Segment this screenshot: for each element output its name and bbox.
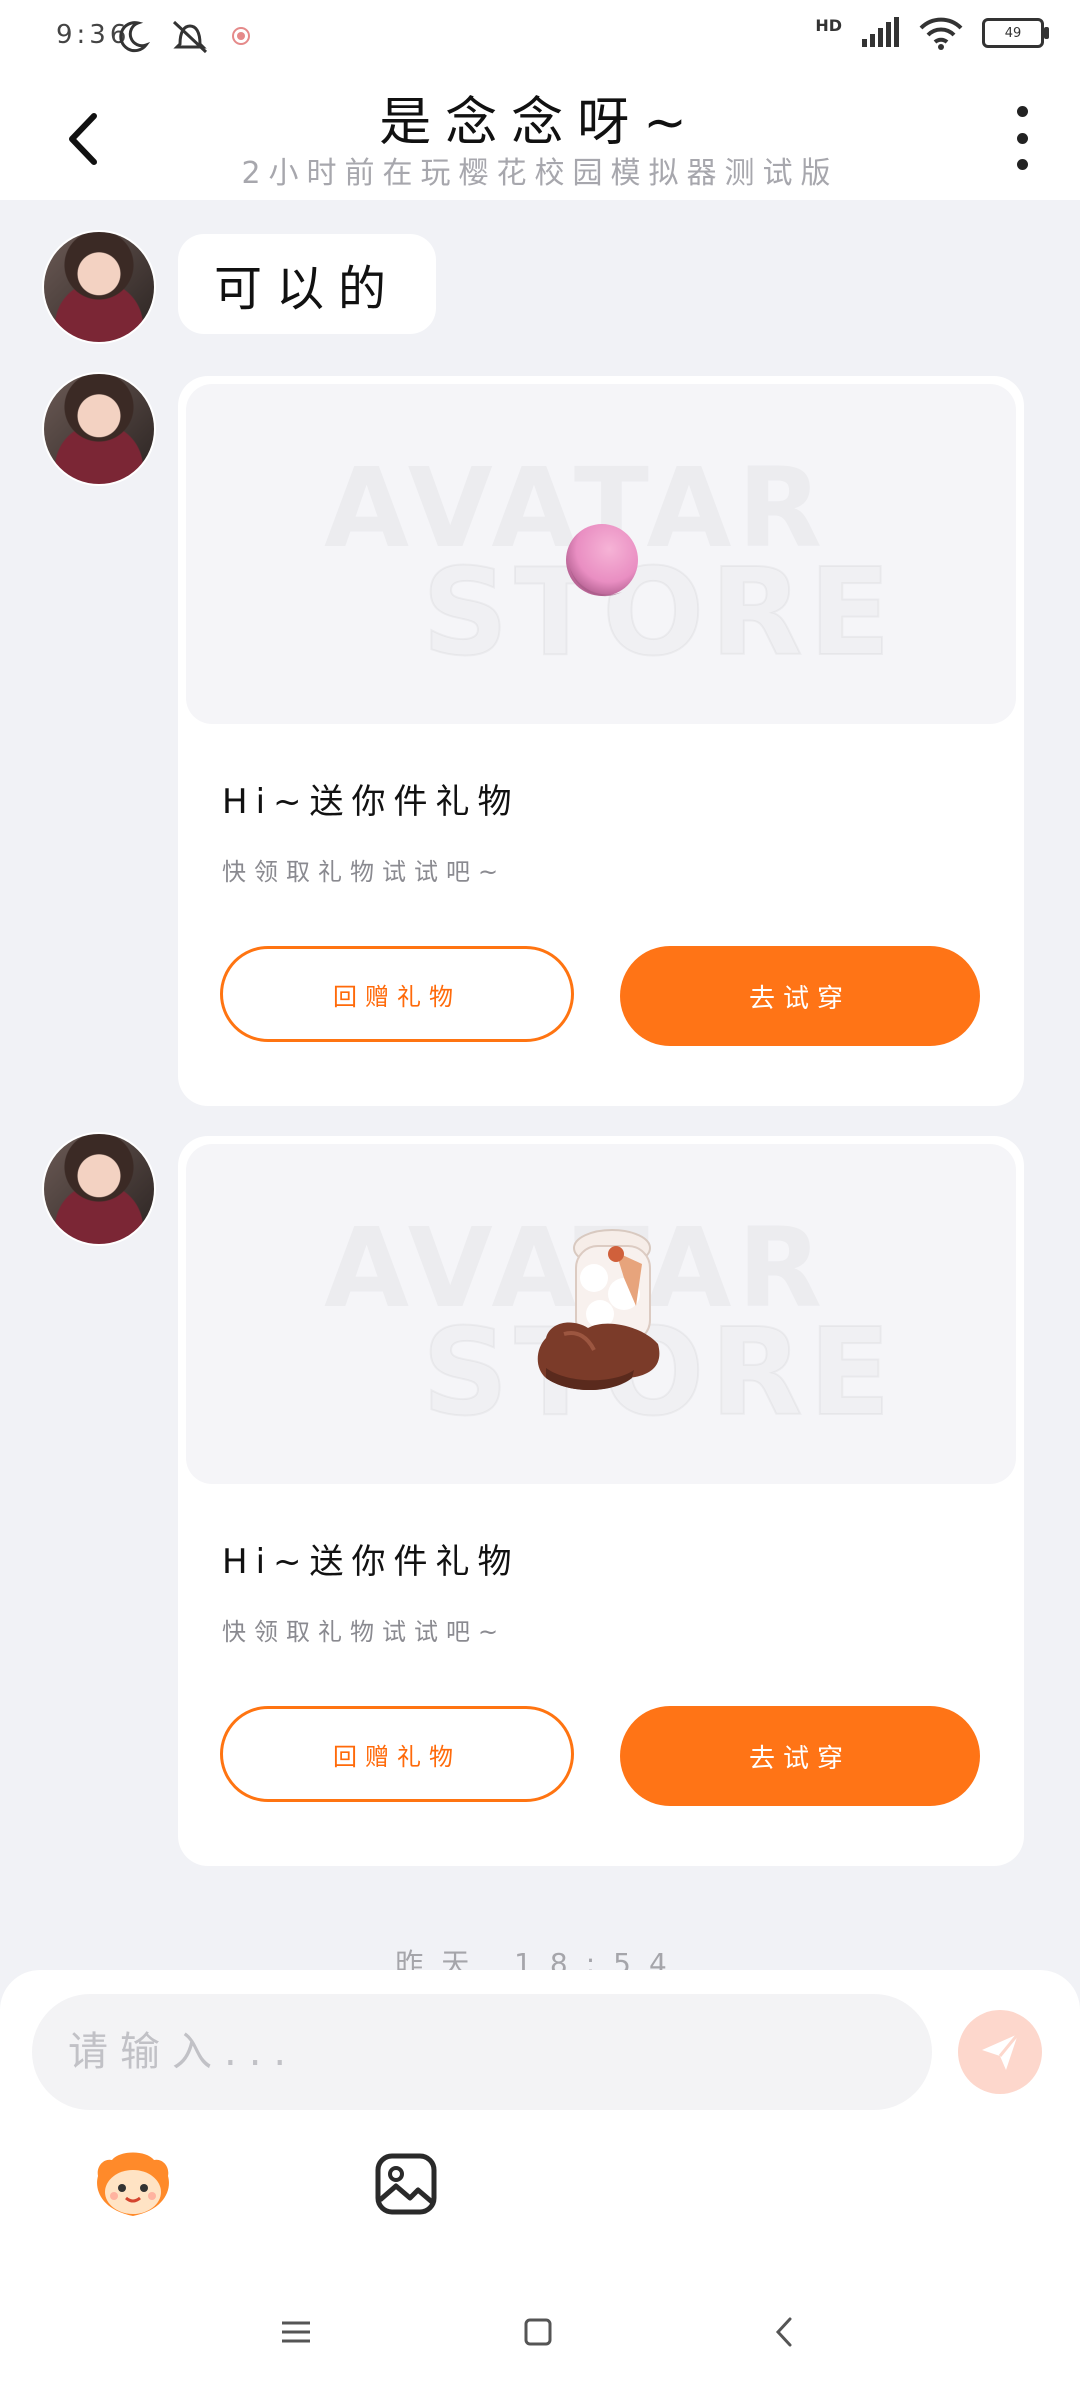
message-input[interactable] <box>32 1994 932 2110</box>
wifi-icon <box>919 17 963 50</box>
battery-level: 49 <box>1004 25 1022 41</box>
pink-ball-icon <box>566 524 638 597</box>
chevron-left-icon <box>775 2317 792 2347</box>
more-options-button[interactable] <box>1010 106 1034 170</box>
gift-description: 快领取礼物试试吧~ <box>222 858 507 886</box>
avatar[interactable] <box>44 1134 154 1244</box>
signal-icon <box>862 17 899 47</box>
network-type-label: HD <box>815 15 842 35</box>
status-bar: 9:36 HD 49 <box>0 0 1080 76</box>
message-bubble[interactable]: 可以的 <box>178 234 437 334</box>
status-left-icons <box>116 18 252 54</box>
fur-boots-icon <box>537 1229 660 1390</box>
image-button[interactable] <box>372 2150 440 2218</box>
composer-panel <box>0 1970 1080 2400</box>
page-title: 是念念呀~ <box>379 93 701 153</box>
message-list[interactable]: 可以的 AVATAR STORE Hi~送你件礼物 快领取礼物试试吧~ 回赠礼物 <box>0 200 1080 1980</box>
vibrate-off-icon <box>172 20 208 54</box>
page-subtitle: 2小时前在玩樱花校园模拟器测试版 <box>241 156 839 191</box>
return-gift-button[interactable]: 回赠礼物 <box>220 1706 574 1802</box>
watermark-text: STORE <box>421 543 897 684</box>
home-button[interactable] <box>516 2310 560 2354</box>
try-on-button[interactable]: 去试穿 <box>620 1706 980 1806</box>
battery-icon: 49 <box>982 18 1049 48</box>
more-dot-icon <box>1016 159 1028 170</box>
moon-icon <box>119 21 150 53</box>
gift-card[interactable]: AVATAR STORE Hi~送你件礼物 快领取礼物试试吧~ 回赠礼物 去试穿 <box>178 1136 1024 1866</box>
emoji-button[interactable] <box>92 2150 174 2222</box>
mascot-emoji-icon <box>97 2152 169 2216</box>
square-icon <box>524 2318 552 2346</box>
send-button[interactable] <box>958 2010 1042 2094</box>
image-picker-icon <box>375 2153 437 2215</box>
gift-title: Hi~送你件礼物 <box>222 782 520 822</box>
return-gift-button[interactable]: 回赠礼物 <box>220 946 574 1042</box>
more-dot-icon <box>1016 132 1028 144</box>
system-nav-bar <box>0 2290 1080 2380</box>
status-right-icons: HD 49 <box>815 15 1049 50</box>
message-text: 可以的 <box>214 261 401 317</box>
send-icon <box>982 2033 1020 2070</box>
recording-icon <box>232 27 250 45</box>
menu-icon <box>282 2321 310 2343</box>
recent-apps-button[interactable] <box>274 2310 318 2354</box>
gift-image: AVATAR STORE <box>186 1144 1016 1484</box>
try-on-button[interactable]: 去试穿 <box>620 946 980 1046</box>
avatar[interactable] <box>44 232 154 342</box>
chat-header: 是念念呀~ 2小时前在玩樱花校园模拟器测试版 <box>0 76 1080 200</box>
avatar[interactable] <box>44 374 154 484</box>
gift-image: AVATAR STORE <box>186 384 1016 724</box>
gift-card[interactable]: AVATAR STORE Hi~送你件礼物 快领取礼物试试吧~ 回赠礼物 去试穿 <box>178 376 1024 1106</box>
more-dot-icon <box>1016 106 1028 117</box>
gift-title: Hi~送你件礼物 <box>222 1542 520 1582</box>
gift-description: 快领取礼物试试吧~ <box>222 1618 507 1646</box>
system-back-button[interactable] <box>762 2310 806 2354</box>
